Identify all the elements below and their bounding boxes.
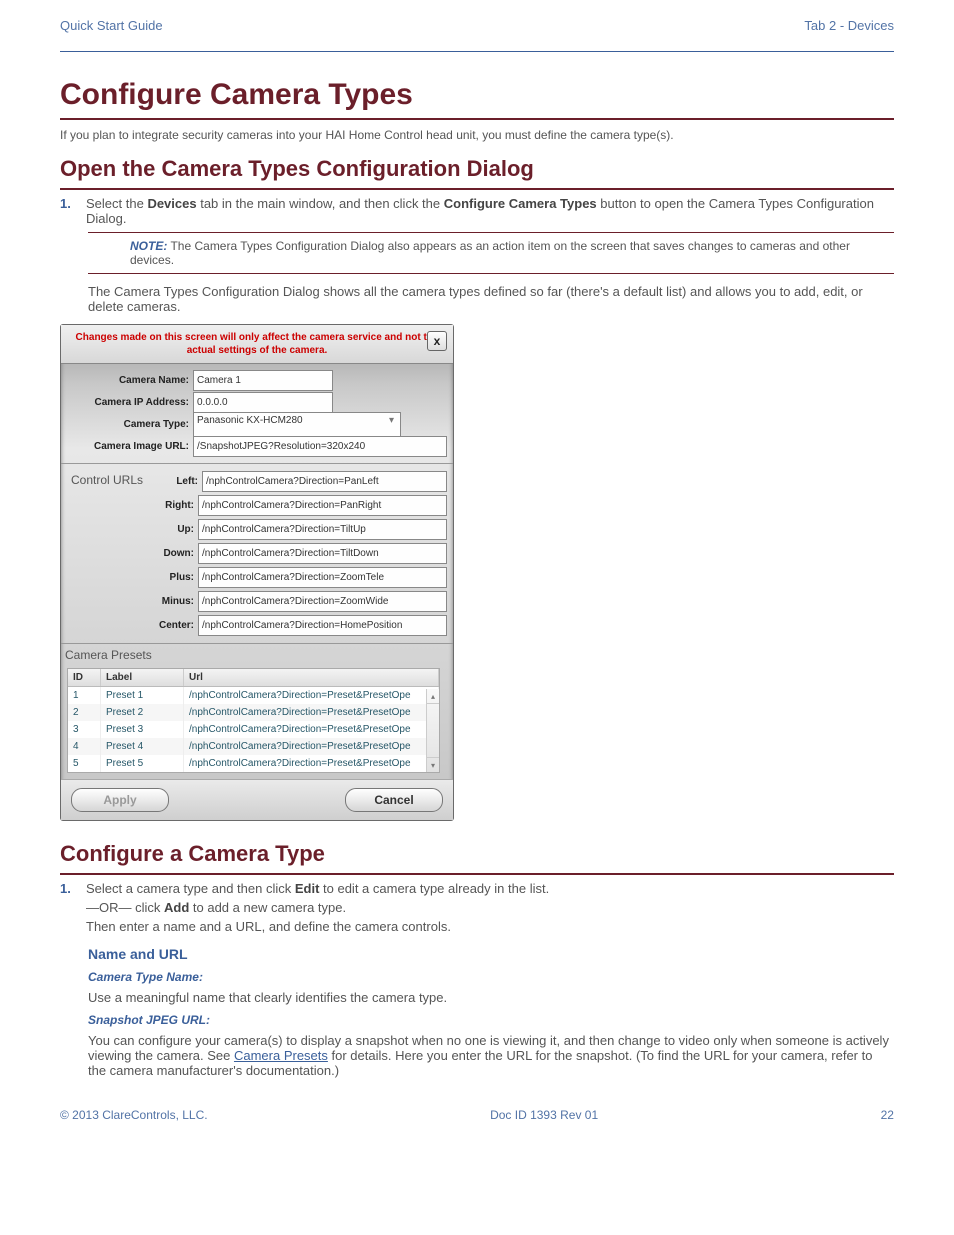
step-number: 1. [60,196,86,226]
cell-label: Preset 1 [101,687,184,704]
camera-presets-title: Camera Presets [61,644,453,664]
section-configure-type: Configure a Camera Type [60,841,894,867]
apply-button[interactable]: Apply [71,788,169,812]
control-right-input[interactable] [198,495,447,516]
control-center-input[interactable] [198,615,447,636]
label-plus: Plus: [149,572,198,583]
presets-table: ID Label Url 1Preset 1/nphControlCamera?… [67,668,440,773]
intro-paragraph: If you plan to integrate security camera… [60,128,894,142]
th-label[interactable]: Label [101,669,184,686]
cell-url: /nphControlCamera?Direction=Preset&Prese… [184,738,439,755]
cell-id: 3 [68,721,101,738]
scroll-up-icon[interactable]: ▴ [427,689,439,704]
table-row[interactable]: 3Preset 3/nphControlCamera?Direction=Pre… [68,721,439,738]
note-rule-bottom [88,273,894,274]
label-left: Left: [153,476,202,487]
cell-url: /nphControlCamera?Direction=Preset&Prese… [184,704,439,721]
camera-type-name-desc: Use a meaningful name that clearly ident… [88,990,894,1005]
footer-docid: Doc ID 1393 Rev 01 [490,1108,598,1122]
cell-id: 2 [68,704,101,721]
cell-label: Preset 5 [101,755,184,772]
paragraph-list-intro: The Camera Types Configuration Dialog sh… [88,284,894,314]
cell-label: Preset 4 [101,738,184,755]
label-down: Down: [149,548,198,559]
cell-id: 1 [68,687,101,704]
control-down-input[interactable] [198,543,447,564]
control-left-input[interactable] [202,471,447,492]
control-urls-title: Control URLs [67,473,153,490]
header-right: Tab 2 - Devices [804,18,894,33]
dialog-warning: Changes made on this screen will only af… [69,331,445,357]
camera-config-dialog: Changes made on this screen will only af… [60,324,454,821]
th-url[interactable]: Url [184,669,439,686]
page-title: Configure Camera Types [60,78,894,112]
label-right: Right: [149,500,198,511]
cell-url: /nphControlCamera?Direction=Preset&Prese… [184,755,439,772]
link-camera-presets[interactable]: Camera Presets [234,1048,328,1063]
table-row[interactable]: 1Preset 1/nphControlCamera?Direction=Pre… [68,687,439,704]
table-row[interactable]: 4Preset 4/nphControlCamera?Direction=Pre… [68,738,439,755]
label-camera-type: Camera Type: [67,419,193,430]
control-up-input[interactable] [198,519,447,540]
step-1: 1. Select the Devices tab in the main wi… [60,196,894,226]
note-1: NOTE: The Camera Types Configuration Dia… [130,239,894,267]
cell-url: /nphControlCamera?Direction=Preset&Prese… [184,721,439,738]
table-row[interactable]: 5Preset 5/nphControlCamera?Direction=Pre… [68,755,439,772]
cancel-button[interactable]: Cancel [345,788,443,812]
cell-id: 4 [68,738,101,755]
h1-rule [60,118,894,120]
control-plus-input[interactable] [198,567,447,588]
label-camera-name: Camera Name: [67,375,193,386]
label-center: Center: [149,620,198,631]
label-minus: Minus: [149,596,198,607]
label-camera-image-url: Camera Image URL: [67,441,193,452]
field-snapshot-url: Snapshot JPEG URL: [88,1013,894,1027]
camera-type-select[interactable]: Panasonic KX-HCM280 [193,412,401,437]
th-id[interactable]: ID [68,669,101,686]
h2-rule-1 [60,188,894,190]
camera-image-url-input[interactable] [193,436,447,457]
section-open-dialog: Open the Camera Types Configuration Dial… [60,156,894,182]
cell-label: Preset 3 [101,721,184,738]
footer-copyright: © 2013 ClareControls, LLC. [60,1108,208,1122]
table-row[interactable]: 2Preset 2/nphControlCamera?Direction=Pre… [68,704,439,721]
snapshot-url-desc: You can configure your camera(s) to disp… [88,1033,894,1078]
control-minus-input[interactable] [198,591,447,612]
cell-id: 5 [68,755,101,772]
label-camera-ip: Camera IP Address: [67,397,193,408]
scroll-down-icon[interactable]: ▾ [427,757,439,772]
page-footer: © 2013 ClareControls, LLC. Doc ID 1393 R… [60,1108,894,1152]
close-button[interactable]: x [427,331,447,351]
field-camera-type-name: Camera Type Name: [88,970,894,984]
header-left: Quick Start Guide [60,18,163,33]
h2-rule-2 [60,873,894,875]
scrollbar[interactable]: ▴ ▾ [426,689,439,772]
table-header: ID Label Url [68,669,439,687]
camera-name-input[interactable] [193,370,333,391]
camera-ip-input[interactable] [193,392,333,413]
footer-page-number: 22 [881,1108,894,1122]
cell-label: Preset 2 [101,704,184,721]
note-rule-top [88,232,894,233]
label-up: Up: [149,524,198,535]
header-rule [60,51,894,52]
subhead-name-url: Name and URL [88,946,894,962]
cell-url: /nphControlCamera?Direction=Preset&Prese… [184,687,439,704]
step-2-1: 1. Select a camera type and then click E… [60,881,894,934]
